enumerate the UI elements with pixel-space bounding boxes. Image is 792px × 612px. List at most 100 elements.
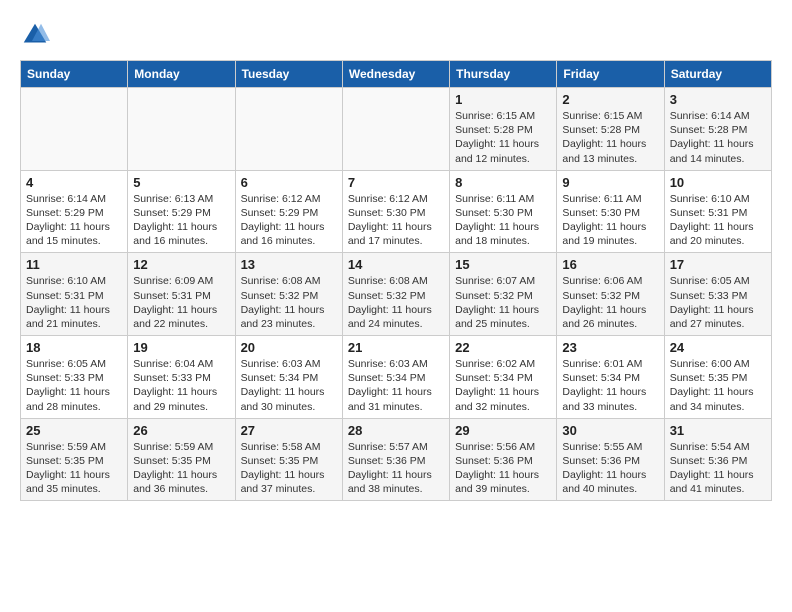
day-number: 2 [562, 92, 658, 107]
calendar-day-cell [342, 88, 449, 171]
day-number: 31 [670, 423, 766, 438]
calendar-day-cell [128, 88, 235, 171]
day-number: 27 [241, 423, 337, 438]
calendar-day-cell: 7 Sunrise: 6:12 AM Sunset: 5:30 PM Daylig… [342, 170, 449, 253]
day-number: 29 [455, 423, 551, 438]
calendar-week-row: 25 Sunrise: 5:59 AM Sunset: 5:35 PM Dayli… [21, 418, 772, 501]
calendar-day-cell: 30 Sunrise: 5:55 AM Sunset: 5:36 PM Dayli… [557, 418, 664, 501]
day-of-week-header: Tuesday [235, 61, 342, 88]
day-info: Sunrise: 6:12 AM Sunset: 5:30 PM Dayligh… [348, 192, 444, 249]
day-info: Sunrise: 6:14 AM Sunset: 5:28 PM Dayligh… [670, 109, 766, 166]
day-info: Sunrise: 5:59 AM Sunset: 5:35 PM Dayligh… [26, 440, 122, 497]
day-info: Sunrise: 6:15 AM Sunset: 5:28 PM Dayligh… [562, 109, 658, 166]
day-number: 23 [562, 340, 658, 355]
day-number: 13 [241, 257, 337, 272]
calendar-day-cell: 4 Sunrise: 6:14 AM Sunset: 5:29 PM Daylig… [21, 170, 128, 253]
calendar-day-cell: 2 Sunrise: 6:15 AM Sunset: 5:28 PM Daylig… [557, 88, 664, 171]
day-info: Sunrise: 6:06 AM Sunset: 5:32 PM Dayligh… [562, 274, 658, 331]
day-number: 12 [133, 257, 229, 272]
calendar-day-cell: 15 Sunrise: 6:07 AM Sunset: 5:32 PM Dayli… [450, 253, 557, 336]
calendar-day-cell: 29 Sunrise: 5:56 AM Sunset: 5:36 PM Dayli… [450, 418, 557, 501]
day-info: Sunrise: 5:58 AM Sunset: 5:35 PM Dayligh… [241, 440, 337, 497]
calendar-day-cell: 14Sunrise: 6:08 AM Sunset: 5:32 PM Dayli… [342, 253, 449, 336]
calendar-day-cell: 13 Sunrise: 6:08 AM Sunset: 5:32 PM Dayli… [235, 253, 342, 336]
day-number: 6 [241, 175, 337, 190]
calendar-day-cell: 17Sunrise: 6:05 AM Sunset: 5:33 PM Dayli… [664, 253, 771, 336]
calendar-day-cell: 16 Sunrise: 6:06 AM Sunset: 5:32 PM Dayli… [557, 253, 664, 336]
day-of-week-header: Friday [557, 61, 664, 88]
day-info: Sunrise: 6:09 AM Sunset: 5:31 PM Dayligh… [133, 274, 229, 331]
day-of-week-header: Wednesday [342, 61, 449, 88]
day-number: 25 [26, 423, 122, 438]
calendar-day-cell [21, 88, 128, 171]
calendar-day-cell: 31 Sunrise: 5:54 AM Sunset: 5:36 PM Dayli… [664, 418, 771, 501]
day-info: Sunrise: 5:56 AM Sunset: 5:36 PM Dayligh… [455, 440, 551, 497]
calendar-day-cell: 22Sunrise: 6:02 AM Sunset: 5:34 PM Dayli… [450, 336, 557, 419]
day-info: Sunrise: 6:03 AM Sunset: 5:34 PM Dayligh… [241, 357, 337, 414]
day-info: Sunrise: 5:59 AM Sunset: 5:35 PM Dayligh… [133, 440, 229, 497]
day-info: Sunrise: 6:07 AM Sunset: 5:32 PM Dayligh… [455, 274, 551, 331]
day-info: Sunrise: 6:01 AM Sunset: 5:34 PM Dayligh… [562, 357, 658, 414]
calendar-day-cell: 24Sunrise: 6:00 AM Sunset: 5:35 PM Dayli… [664, 336, 771, 419]
calendar-day-cell: 5 Sunrise: 6:13 AM Sunset: 5:29 PM Daylig… [128, 170, 235, 253]
day-number: 8 [455, 175, 551, 190]
calendar-day-cell: 10 Sunrise: 6:10 AM Sunset: 5:31 PM Dayli… [664, 170, 771, 253]
calendar-table: SundayMondayTuesdayWednesdayThursdayFrid… [20, 60, 772, 501]
day-info: Sunrise: 6:05 AM Sunset: 5:33 PM Dayligh… [26, 357, 122, 414]
day-number: 15 [455, 257, 551, 272]
calendar-day-cell: 18 Sunrise: 6:05 AM Sunset: 5:33 PM Dayli… [21, 336, 128, 419]
day-info: Sunrise: 5:54 AM Sunset: 5:36 PM Dayligh… [670, 440, 766, 497]
calendar-day-cell: 28 Sunrise: 5:57 AM Sunset: 5:36 PM Dayli… [342, 418, 449, 501]
logo [20, 20, 56, 50]
day-info: Sunrise: 6:14 AM Sunset: 5:29 PM Dayligh… [26, 192, 122, 249]
calendar-day-cell: 23 Sunrise: 6:01 AM Sunset: 5:34 PM Dayli… [557, 336, 664, 419]
calendar-week-row: 18 Sunrise: 6:05 AM Sunset: 5:33 PM Dayli… [21, 336, 772, 419]
day-info: Sunrise: 5:57 AM Sunset: 5:36 PM Dayligh… [348, 440, 444, 497]
day-number: 4 [26, 175, 122, 190]
day-info: Sunrise: 6:10 AM Sunset: 5:31 PM Dayligh… [670, 192, 766, 249]
calendar-day-cell: 6 Sunrise: 6:12 AM Sunset: 5:29 PM Daylig… [235, 170, 342, 253]
day-info: Sunrise: 6:08 AM Sunset: 5:32 PM Dayligh… [241, 274, 337, 331]
logo-icon [20, 20, 50, 50]
day-number: 7 [348, 175, 444, 190]
day-info: Sunrise: 6:10 AM Sunset: 5:31 PM Dayligh… [26, 274, 122, 331]
day-number: 5 [133, 175, 229, 190]
calendar-day-cell: 19Sunrise: 6:04 AM Sunset: 5:33 PM Dayli… [128, 336, 235, 419]
day-info: Sunrise: 6:15 AM Sunset: 5:28 PM Dayligh… [455, 109, 551, 166]
day-number: 10 [670, 175, 766, 190]
calendar-week-row: 4 Sunrise: 6:14 AM Sunset: 5:29 PM Daylig… [21, 170, 772, 253]
day-number: 16 [562, 257, 658, 272]
day-number: 9 [562, 175, 658, 190]
day-of-week-header: Monday [128, 61, 235, 88]
day-number: 30 [562, 423, 658, 438]
day-info: Sunrise: 6:08 AM Sunset: 5:32 PM Dayligh… [348, 274, 444, 331]
header [20, 20, 772, 50]
day-info: Sunrise: 6:03 AM Sunset: 5:34 PM Dayligh… [348, 357, 444, 414]
day-info: Sunrise: 6:13 AM Sunset: 5:29 PM Dayligh… [133, 192, 229, 249]
day-of-week-header: Sunday [21, 61, 128, 88]
calendar-day-cell [235, 88, 342, 171]
day-number: 1 [455, 92, 551, 107]
day-number: 26 [133, 423, 229, 438]
day-info: Sunrise: 5:55 AM Sunset: 5:36 PM Dayligh… [562, 440, 658, 497]
calendar-day-cell: 12 Sunrise: 6:09 AM Sunset: 5:31 PM Dayli… [128, 253, 235, 336]
day-of-week-header: Thursday [450, 61, 557, 88]
calendar-week-row: 11 Sunrise: 6:10 AM Sunset: 5:31 PM Dayli… [21, 253, 772, 336]
day-number: 20 [241, 340, 337, 355]
day-number: 17 [670, 257, 766, 272]
day-number: 24 [670, 340, 766, 355]
day-info: Sunrise: 6:12 AM Sunset: 5:29 PM Dayligh… [241, 192, 337, 249]
day-info: Sunrise: 6:11 AM Sunset: 5:30 PM Dayligh… [455, 192, 551, 249]
calendar-day-cell: 25 Sunrise: 5:59 AM Sunset: 5:35 PM Dayli… [21, 418, 128, 501]
day-number: 3 [670, 92, 766, 107]
day-of-week-header: Saturday [664, 61, 771, 88]
calendar-day-cell: 1 Sunrise: 6:15 AM Sunset: 5:28 PM Daylig… [450, 88, 557, 171]
calendar-header: SundayMondayTuesdayWednesdayThursdayFrid… [21, 61, 772, 88]
calendar-day-cell: 9 Sunrise: 6:11 AM Sunset: 5:30 PM Daylig… [557, 170, 664, 253]
day-info: Sunrise: 6:11 AM Sunset: 5:30 PM Dayligh… [562, 192, 658, 249]
day-number: 28 [348, 423, 444, 438]
day-info: Sunrise: 6:04 AM Sunset: 5:33 PM Dayligh… [133, 357, 229, 414]
calendar-day-cell: 27 Sunrise: 5:58 AM Sunset: 5:35 PM Dayli… [235, 418, 342, 501]
day-number: 11 [26, 257, 122, 272]
day-number: 18 [26, 340, 122, 355]
